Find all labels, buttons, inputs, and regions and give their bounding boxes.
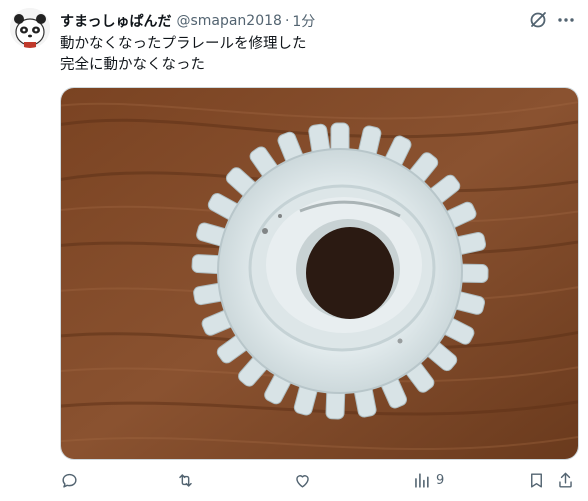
like-icon — [296, 474, 309, 488]
views-icon — [415, 472, 429, 488]
action-bar: 9 — [60, 468, 578, 492]
gear-photo — [61, 88, 578, 459]
post-text: 動かなくなったプラレールを修理した 完全に動かなくなった — [60, 34, 307, 76]
post-image[interactable] — [60, 87, 579, 460]
post-text-line: 動かなくなったプラレールを修理した — [60, 36, 307, 52]
bookmark-button[interactable] — [527, 468, 546, 492]
reply-icon — [62, 473, 77, 488]
views-button[interactable]: 9 — [412, 468, 444, 492]
user-handle[interactable]: @smapan2018 — [176, 13, 281, 29]
post-header: すまっしゅぱんだ @smapan2018 · 1分 — [60, 11, 528, 31]
repost-icon — [179, 473, 192, 487]
like-button[interactable] — [293, 468, 312, 492]
panda-avatar-icon — [10, 8, 50, 48]
bookmark-icon — [531, 472, 542, 488]
separator-dot: · — [284, 13, 290, 29]
post-time[interactable]: 1分 — [292, 11, 315, 31]
display-name[interactable]: すまっしゅぱんだ — [60, 11, 171, 31]
views-count: 9 — [436, 472, 445, 488]
avatar[interactable] — [10, 8, 50, 48]
repost-button[interactable] — [176, 468, 195, 492]
reply-button[interactable] — [60, 468, 79, 492]
more-icon[interactable] — [556, 10, 576, 30]
post-text-line: 完全に動かなくなった — [60, 57, 205, 73]
share-icon — [559, 472, 572, 488]
share-button[interactable] — [556, 468, 575, 492]
grok-icon[interactable] — [528, 10, 548, 30]
